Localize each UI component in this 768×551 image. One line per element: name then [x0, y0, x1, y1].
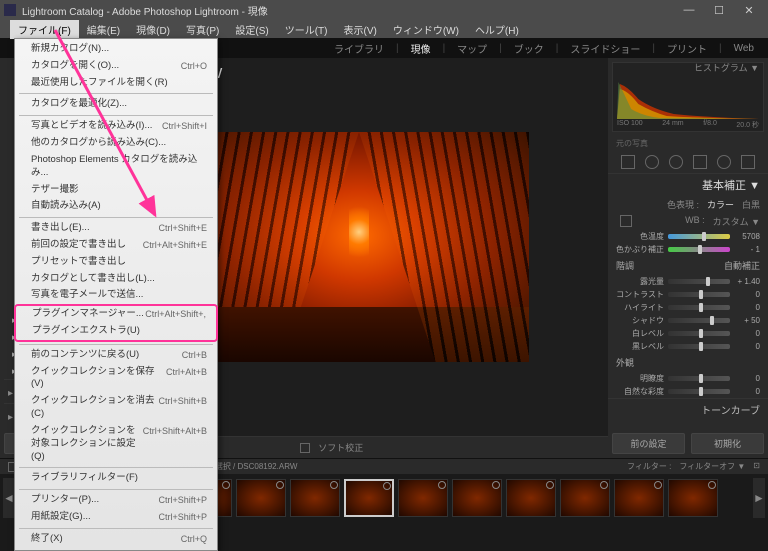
basic-panel-header[interactable]: 基本補正 ▼: [608, 173, 768, 196]
menuitem[interactable]: テザー撮影: [15, 182, 217, 199]
menuitem[interactable]: 書き出し(E)...Ctrl+Shift+E: [15, 220, 217, 237]
close-button[interactable]: ✕: [734, 4, 764, 17]
module-ライブラリ[interactable]: ライブラリ: [330, 41, 388, 56]
menu-8[interactable]: ヘルプ(H): [467, 20, 527, 39]
right-panel: ヒストグラム ▼ ISO 10024 mmf/8.020.0 秒 元の写真 基本…: [608, 58, 768, 458]
menuitem[interactable]: クイックコレクションを保存(V)Ctrl+Alt+B: [15, 364, 217, 394]
menuitem[interactable]: 自動読み込み(A): [15, 198, 217, 215]
slider-シャドウ[interactable]: シャドウ+ 50: [608, 314, 768, 327]
menu-3[interactable]: 写真(P): [178, 20, 227, 39]
menu-5[interactable]: ツール(T): [277, 20, 336, 39]
softproof-label: ソフト校正: [318, 441, 363, 454]
wb-picker-icon[interactable]: [620, 215, 632, 227]
menu-7[interactable]: ウィンドウ(W): [385, 20, 467, 39]
thumbnail[interactable]: [614, 479, 664, 517]
histogram-label: ヒストグラム ▼: [609, 61, 759, 74]
menu-4[interactable]: 設定(S): [227, 20, 276, 39]
menuitem[interactable]: カタログとして書き出し(L)...: [15, 271, 217, 288]
thumbnail[interactable]: [290, 479, 340, 517]
previous-button[interactable]: 前の設定: [612, 433, 685, 454]
menuitem[interactable]: カタログを最適化(Z)...: [15, 96, 217, 113]
treatment-bw[interactable]: 白黒: [742, 198, 760, 211]
tone-label: 階調: [616, 259, 634, 272]
thumbnail[interactable]: [344, 479, 394, 517]
filter-lock-icon[interactable]: ⊡: [753, 461, 760, 472]
thumbnail[interactable]: [668, 479, 718, 517]
menuitem[interactable]: プリンター(P)...Ctrl+Shift+P: [15, 492, 217, 509]
menubar: ファイル(F)編集(E)現像(D)写真(P)設定(S)ツール(T)表示(V)ウィ…: [0, 20, 768, 38]
menuitem[interactable]: 前回の設定で書き出しCtrl+Alt+Shift+E: [15, 237, 217, 254]
app-icon: [4, 4, 16, 16]
slider-コントラスト[interactable]: コントラスト0: [608, 288, 768, 301]
menuitem[interactable]: プラグインエクストラ(U): [16, 323, 216, 340]
menu-2[interactable]: 現像(D): [128, 20, 178, 39]
menuitem[interactable]: カタログを開く(O)...Ctrl+O: [15, 58, 217, 75]
menuitem[interactable]: 用紙設定(G)...Ctrl+Shift+P: [15, 509, 217, 526]
menu-0[interactable]: ファイル(F): [10, 20, 79, 39]
tonecurve-header[interactable]: トーンカーブ: [608, 398, 768, 420]
minimize-button[interactable]: —: [674, 4, 704, 16]
filter-off[interactable]: フィルターオフ ▼: [679, 461, 745, 472]
spot-tool-icon[interactable]: [645, 155, 659, 169]
slider-露光量[interactable]: 露光量+ 1.40: [608, 275, 768, 288]
menu-1[interactable]: 編集(E): [79, 20, 128, 39]
menuitem[interactable]: 前のコンテンツに戻る(U)Ctrl+B: [15, 347, 217, 364]
slider-明瞭度[interactable]: 明瞭度0: [608, 372, 768, 385]
menuitem[interactable]: 最近使用したファイルを開く(R): [15, 75, 217, 92]
thumbnail[interactable]: [398, 479, 448, 517]
menuitem[interactable]: 他のカタログから読み込み(C)...: [15, 135, 217, 152]
title-text: Lightroom Catalog - Adobe Photoshop Ligh…: [22, 3, 268, 18]
menuitem[interactable]: プリセットで書き出し: [15, 254, 217, 271]
filter-label: フィルター :: [627, 461, 671, 472]
grad-tool-icon[interactable]: [693, 155, 707, 169]
thumbnail[interactable]: [236, 479, 286, 517]
menu-6[interactable]: 表示(V): [335, 20, 384, 39]
auto-tone-button[interactable]: 自動補正: [724, 259, 760, 272]
crop-tool-icon[interactable]: [621, 155, 635, 169]
radial-tool-icon[interactable]: [717, 155, 731, 169]
module-マップ[interactable]: マップ: [453, 41, 491, 56]
filmstrip-right[interactable]: ►: [753, 478, 765, 518]
slider-色かぶり補正[interactable]: 色かぶり補正- 1: [608, 243, 768, 256]
file-menu-dropdown: 新規カタログ(N)...カタログを開く(O)...Ctrl+O最近使用したファイ…: [14, 38, 218, 551]
module-現像[interactable]: 現像: [407, 41, 435, 56]
presence-label: 外観: [616, 356, 634, 369]
menuitem[interactable]: クイックコレクションを対象コレクションに設定(Q)Ctrl+Shift+Alt+…: [15, 423, 217, 465]
wb-label: WB :: [685, 215, 705, 228]
thumbnail[interactable]: [506, 479, 556, 517]
module-プリント[interactable]: プリント: [663, 41, 711, 56]
reset-button[interactable]: 初期化: [691, 433, 764, 454]
treatment-label: 色表現 :: [667, 198, 699, 211]
brush-tool-icon[interactable]: [741, 155, 755, 169]
redeye-tool-icon[interactable]: [669, 155, 683, 169]
thumbnail[interactable]: [560, 479, 610, 517]
module-ブック[interactable]: ブック: [510, 41, 548, 56]
module-Web[interactable]: Web: [730, 43, 758, 54]
main-photo[interactable]: [189, 132, 529, 362]
menuitem[interactable]: Photoshop Elements カタログを読み込み...: [15, 152, 217, 182]
wb-preset[interactable]: カスタム ▼: [713, 215, 760, 228]
menuitem[interactable]: 写真を電子メールで送信...: [15, 287, 217, 304]
menuitem[interactable]: クイックコレクションを消去(C)Ctrl+Shift+B: [15, 393, 217, 423]
menuitem[interactable]: ライブラリフィルター(F): [15, 470, 217, 487]
menuitem[interactable]: 写真とビデオを読み込み(I)...Ctrl+Shift+I: [15, 118, 217, 135]
slider-自然な彩度[interactable]: 自然な彩度0: [608, 385, 768, 398]
maximize-button[interactable]: ☐: [704, 4, 734, 17]
softproof-check[interactable]: [300, 443, 310, 453]
menuitem[interactable]: 新規カタログ(N)...: [15, 41, 217, 58]
original-label: 元の写真: [608, 136, 768, 151]
thumbnail[interactable]: [452, 479, 502, 517]
slider-色温度[interactable]: 色温度5708: [608, 230, 768, 243]
slider-ハイライト[interactable]: ハイライト0: [608, 301, 768, 314]
module-スライドショー[interactable]: スライドショー: [566, 41, 644, 56]
slider-黒レベル[interactable]: 黒レベル0: [608, 340, 768, 353]
histogram[interactable]: ヒストグラム ▼ ISO 10024 mmf/8.020.0 秒: [612, 62, 764, 132]
menuitem[interactable]: プラグインマネージャー...Ctrl+Alt+Shift+,: [16, 306, 216, 323]
menuitem[interactable]: 終了(X)Ctrl+Q: [15, 531, 217, 548]
slider-白レベル[interactable]: 白レベル0: [608, 327, 768, 340]
treatment-color[interactable]: カラー: [707, 198, 734, 211]
